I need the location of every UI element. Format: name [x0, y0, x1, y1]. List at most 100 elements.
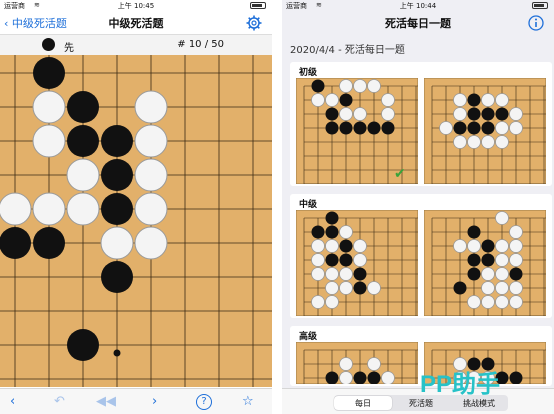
white-stone[interactable] — [66, 158, 100, 192]
info-icon[interactable] — [528, 15, 544, 31]
tab-0[interactable]: 每日 — [334, 396, 392, 410]
white-stone — [495, 281, 509, 295]
black-stone — [467, 225, 481, 239]
help-icon[interactable]: ? — [196, 394, 212, 410]
black-stone — [353, 281, 367, 295]
black-stone — [353, 267, 367, 281]
level-label: 中级 — [299, 200, 318, 210]
prev-icon[interactable]: ‹ — [10, 394, 15, 409]
black-stone[interactable] — [101, 193, 133, 225]
white-stone[interactable] — [134, 124, 168, 158]
white-stone — [495, 295, 509, 309]
nav-bar: 死活每日一题 — [282, 12, 554, 34]
black-stone — [481, 239, 495, 253]
black-stone — [509, 267, 523, 281]
white-stone — [495, 239, 509, 253]
white-stone — [495, 135, 509, 149]
black-stone — [339, 93, 353, 107]
white-stone — [381, 93, 395, 107]
to-move-label: 先 — [64, 43, 74, 54]
gear-icon[interactable] — [246, 15, 262, 31]
white-stone — [509, 239, 523, 253]
white-stone — [353, 107, 367, 121]
white-stone — [453, 239, 467, 253]
white-stone — [339, 225, 353, 239]
black-stone[interactable] — [33, 227, 65, 259]
white-stone[interactable] — [0, 192, 32, 226]
tab-1[interactable]: 死活题 — [392, 398, 450, 409]
white-stone — [367, 357, 381, 371]
status-bar: 运营商 ≋ 上午 10:44 — [282, 0, 554, 12]
watermark-logo: PP助手 — [420, 371, 501, 398]
black-stone — [481, 107, 495, 121]
black-stone — [481, 253, 495, 267]
white-stone[interactable] — [66, 192, 100, 226]
black-stone — [467, 267, 481, 281]
white-stone — [381, 107, 395, 121]
black-stone — [325, 371, 339, 384]
white-stone — [495, 267, 509, 281]
white-stone — [509, 281, 523, 295]
white-stone — [325, 93, 339, 107]
white-stone[interactable] — [32, 90, 66, 124]
black-stone[interactable] — [67, 91, 99, 123]
black-stone — [495, 107, 509, 121]
status-bar: 运营商 ≋ 上午 10:45 — [0, 0, 272, 12]
white-stone — [495, 211, 509, 225]
clock: 上午 10:45 — [117, 2, 155, 10]
star-icon[interactable]: ☆ — [242, 394, 254, 409]
black-stone[interactable] — [67, 125, 99, 157]
white-stone[interactable] — [134, 192, 168, 226]
daily-date-heading: 2020/4/4 - 死活每日一题 — [290, 45, 405, 56]
problem-counter: # 10 / 50 — [177, 39, 224, 50]
white-stone[interactable] — [100, 226, 134, 260]
white-stone[interactable] — [134, 90, 168, 124]
black-stone[interactable] — [67, 329, 99, 361]
star-point — [113, 349, 121, 357]
problem-thumbnail[interactable] — [424, 210, 546, 316]
black-stone[interactable] — [33, 57, 65, 89]
white-stone — [509, 295, 523, 309]
white-stone[interactable] — [32, 192, 66, 226]
tab-2[interactable]: 挑战模式 — [450, 398, 508, 409]
white-stone — [339, 79, 353, 93]
black-stone — [367, 121, 381, 135]
black-stone — [353, 121, 367, 135]
black-stone[interactable] — [101, 261, 133, 293]
battery-icon — [532, 2, 548, 9]
white-stone — [311, 93, 325, 107]
level-card: 初级 ✔ — [290, 62, 552, 186]
white-stone — [339, 107, 353, 121]
black-stone[interactable] — [0, 227, 31, 259]
level-label: 初级 — [299, 68, 318, 78]
white-stone — [495, 253, 509, 267]
puzzle-screen: 运营商 ≋ 上午 10:45 ‹ 中级死活题 中级死活题 先 # 10 / 50… — [0, 0, 272, 414]
white-stone — [509, 121, 523, 135]
go-board[interactable] — [0, 55, 272, 387]
black-stone — [325, 225, 339, 239]
white-stone — [339, 281, 353, 295]
black-stone — [453, 121, 467, 135]
white-stone[interactable] — [134, 158, 168, 192]
white-stone — [311, 239, 325, 253]
white-stone[interactable] — [32, 124, 66, 158]
black-stone[interactable] — [101, 159, 133, 191]
undo-icon[interactable]: ↶ — [54, 394, 65, 409]
white-stone[interactable] — [134, 226, 168, 260]
black-stone — [509, 371, 523, 384]
rewind-icon[interactable]: ◀◀ — [96, 394, 116, 409]
problem-thumbnail[interactable] — [424, 78, 546, 184]
black-stone — [325, 253, 339, 267]
black-stone — [353, 371, 367, 384]
problem-thumbnail[interactable] — [296, 210, 418, 316]
problem-thumbnail[interactable] — [296, 342, 418, 384]
white-stone — [325, 267, 339, 281]
white-stone — [311, 267, 325, 281]
black-stone — [467, 253, 481, 267]
white-stone — [453, 107, 467, 121]
white-stone — [495, 121, 509, 135]
white-stone — [325, 295, 339, 309]
black-stone[interactable] — [101, 125, 133, 157]
white-stone — [453, 135, 467, 149]
next-icon[interactable]: › — [152, 394, 157, 409]
